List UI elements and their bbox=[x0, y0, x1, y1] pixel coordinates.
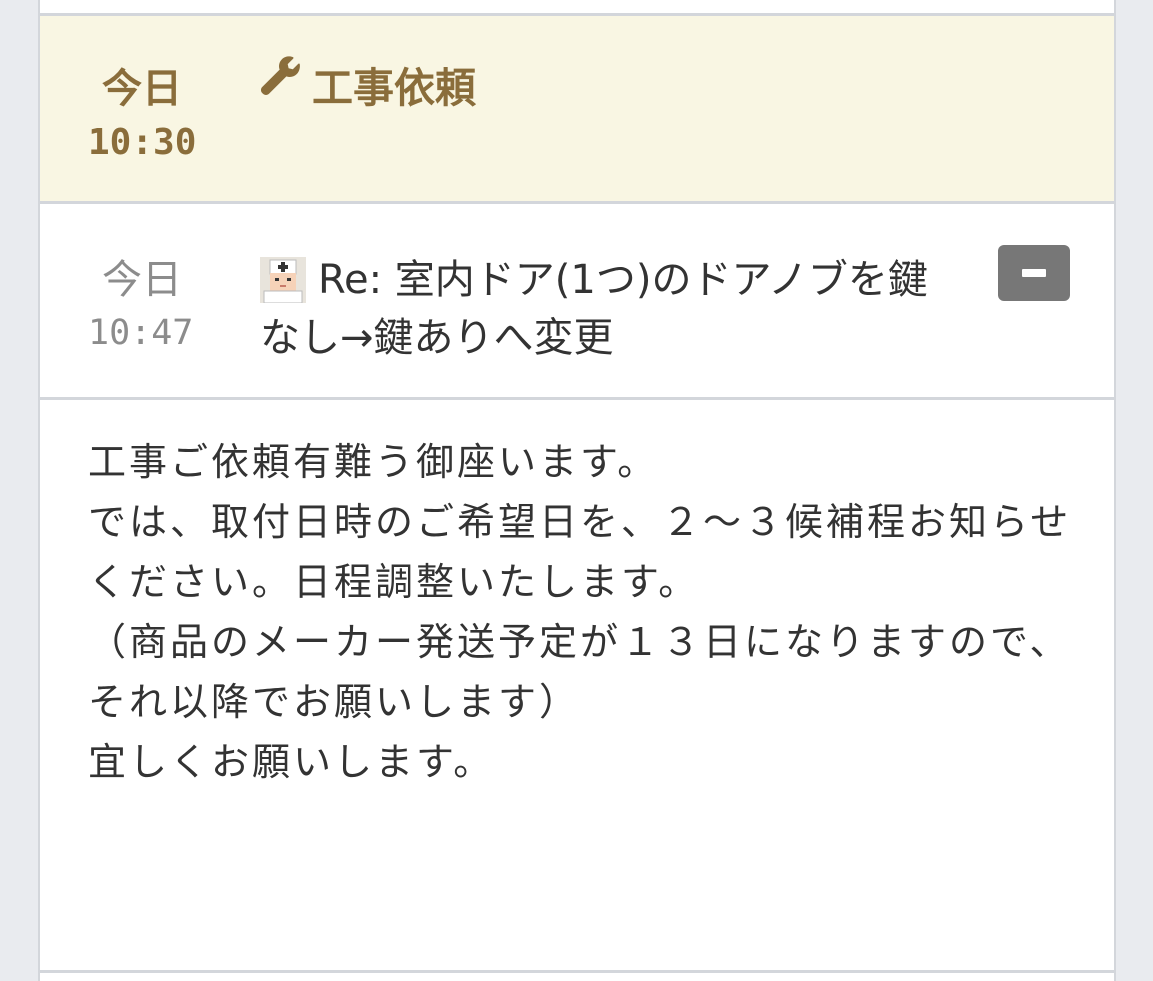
message-header-row[interactable]: 今日 10:47 Re: 室内ドア(1つ)のドアノブを鍵なし→鍵ありへ変更 bbox=[40, 207, 1114, 400]
event-time: 10:30 bbox=[88, 122, 197, 163]
minus-icon bbox=[1022, 269, 1046, 277]
body-line: では、取付日時のご希望日を、２～３候補程お知らせください。日程調整いたします。 bbox=[88, 500, 1072, 604]
event-row[interactable]: 今日 10:30 工事依頼 bbox=[40, 16, 1114, 204]
message-day: 今日 bbox=[102, 257, 182, 303]
previous-row-edge bbox=[40, 0, 1114, 16]
message-thread-panel: 今日 10:30 工事依頼 今日 10:47 Re: 室内ドア(1つ)のドアノブ… bbox=[38, 0, 1116, 981]
message-time: 10:47 bbox=[88, 313, 194, 353]
page: 今日 10:30 工事依頼 今日 10:47 Re: 室内ドア(1つ)のドアノブ… bbox=[0, 0, 1153, 981]
body-line: （商品のメーカー発送予定が１３日になりますので、それ以降でお願いします） bbox=[88, 620, 1071, 724]
body-line: 工事ご依頼有難う御座います。 bbox=[88, 440, 659, 484]
event-title: 工事依頼 bbox=[312, 64, 476, 112]
collapse-button[interactable] bbox=[998, 245, 1070, 301]
wrench-icon bbox=[260, 56, 300, 96]
event-day: 今日 bbox=[102, 66, 182, 112]
message-body: 工事ご依頼有難う御座います。 では、取付日時のご希望日を、２～３候補程お知らせく… bbox=[88, 432, 1078, 792]
message-subject[interactable]: Re: 室内ドア(1つ)のドアノブを鍵なし→鍵ありへ変更 bbox=[260, 251, 940, 367]
next-row-divider bbox=[40, 970, 1114, 973]
body-line: 宜しくお願いします。 bbox=[88, 740, 495, 784]
